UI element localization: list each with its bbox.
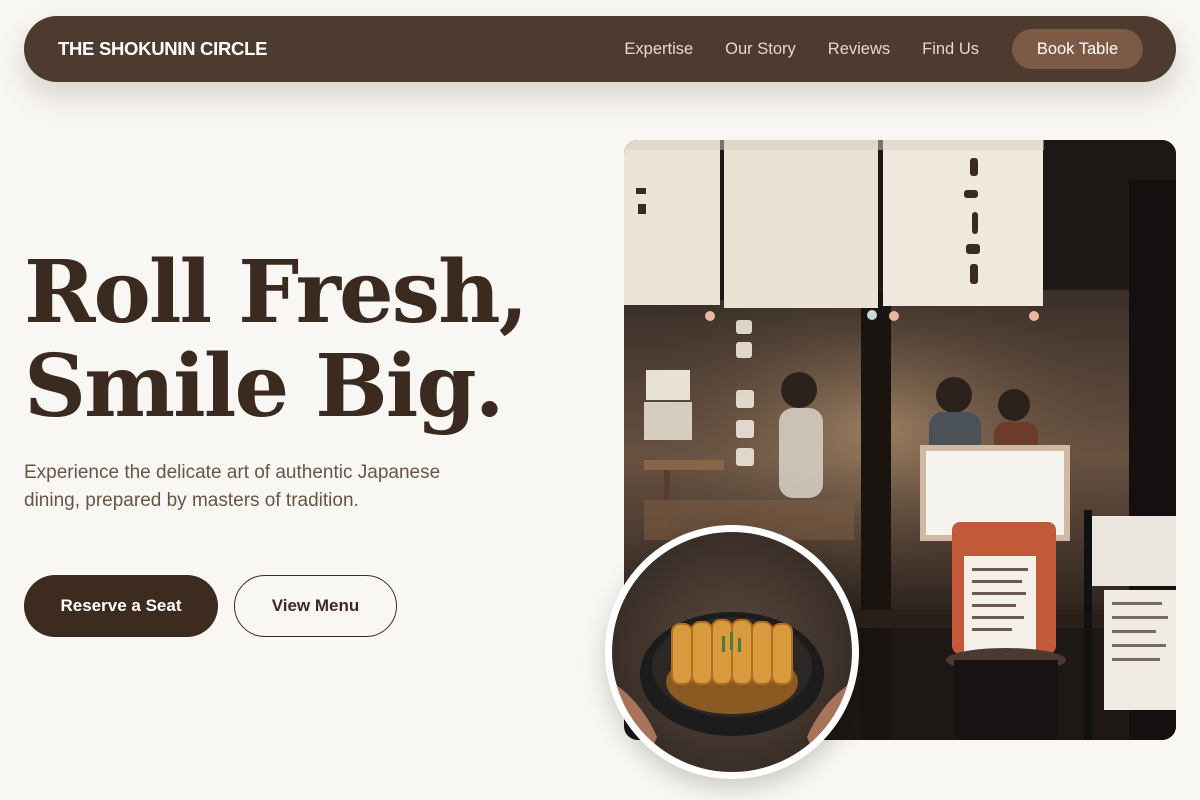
brand-logo[interactable]: THE SHOKUNIN CIRCLE	[58, 38, 267, 60]
hero-description: Experience the delicate art of authentic…	[24, 462, 441, 511]
dish-photo	[605, 525, 859, 779]
book-table-button[interactable]: Book Table	[1012, 29, 1143, 69]
view-menu-button[interactable]: View Menu	[234, 575, 397, 637]
nav-link-reviews[interactable]: Reviews	[828, 40, 890, 59]
nav-link-find-us[interactable]: Find Us	[922, 40, 979, 59]
hero-headline: Roll Fresh, Smile Big.	[24, 242, 529, 437]
nav-links: Expertise Our Story Reviews Find Us Book…	[624, 29, 1143, 69]
hero-headline-line-2: Smile Big.	[24, 336, 505, 437]
nav-link-our-story[interactable]: Our Story	[725, 40, 796, 59]
nav-link-expertise[interactable]: Expertise	[624, 40, 693, 59]
top-navbar: THE SHOKUNIN CIRCLE Expertise Our Story …	[24, 16, 1176, 82]
reserve-seat-button[interactable]: Reserve a Seat	[24, 575, 218, 637]
hero-headline-line-1: Roll Fresh,	[24, 242, 529, 343]
